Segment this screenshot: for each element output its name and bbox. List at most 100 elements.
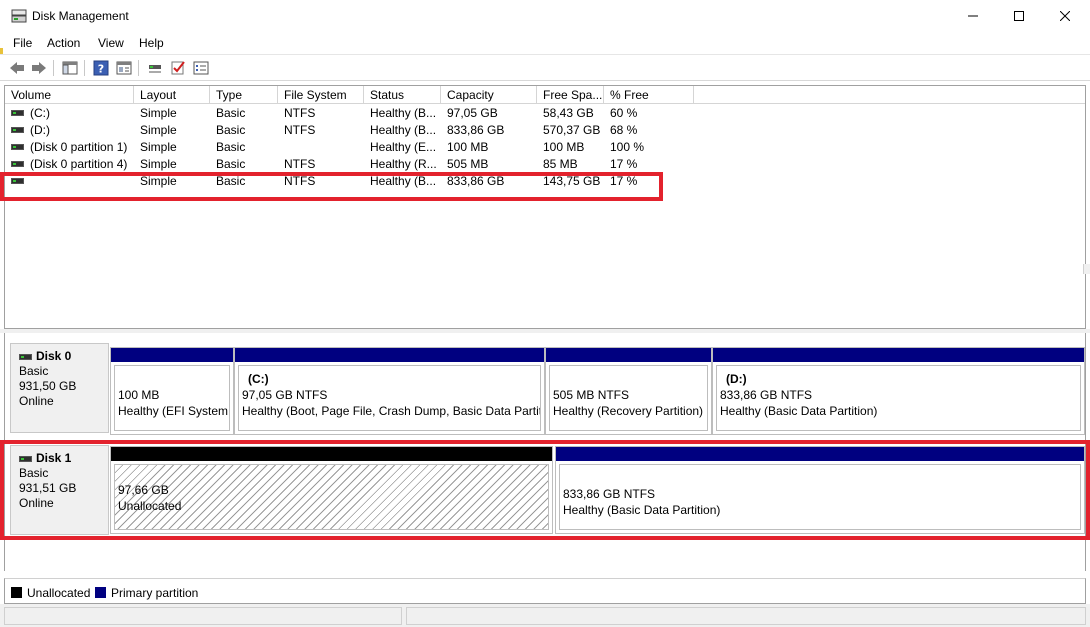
console-tree-icon: [62, 61, 78, 75]
partition-title: [118, 371, 229, 387]
menu-help[interactable]: Help: [139, 36, 164, 50]
volume-cell: Healthy (B...: [370, 105, 441, 122]
volume-cell-text: 17 %: [610, 157, 638, 171]
disk-name: Disk 0: [36, 349, 72, 363]
partition-efi[interactable]: 100 MB Healthy (EFI System: [110, 347, 234, 435]
minimize-icon: [968, 15, 978, 17]
help-button[interactable]: ?: [92, 59, 110, 77]
volume-cell-text: 505 MB: [447, 157, 489, 171]
list-icon: [193, 61, 209, 75]
column-layout[interactable]: Layout: [134, 86, 210, 104]
maximize-button[interactable]: [996, 0, 1042, 32]
volume-cell-text: NTFS: [284, 106, 316, 120]
volume-icon: [11, 127, 24, 133]
close-button[interactable]: [1042, 0, 1088, 32]
minimize-button[interactable]: [950, 0, 996, 32]
partition-recovery[interactable]: 505 MB NTFS Healthy (Recovery Partition): [545, 347, 712, 435]
volume-cell: 58,43 GB: [543, 105, 604, 122]
partition-color-bar: [235, 348, 544, 362]
column-volume[interactable]: Volume: [5, 86, 134, 104]
column-status[interactable]: Status: [364, 86, 441, 104]
volume-cell: Simple: [140, 139, 210, 156]
list-button[interactable]: [192, 59, 210, 77]
volume-cell: 68 %: [610, 122, 694, 139]
help-icon: ?: [93, 60, 109, 76]
partition-title: (D:): [726, 372, 747, 386]
toolbar-separator: [138, 60, 139, 76]
check-button[interactable]: [169, 59, 187, 77]
volume-cell: 833,86 GB: [447, 122, 537, 139]
volume-cell-text: Simple: [140, 157, 177, 171]
volume-cell-text: 85 MB: [543, 157, 578, 171]
status-cell: [406, 607, 1086, 625]
menu-bar: File Action View Help: [0, 32, 1090, 54]
disk-0-label[interactable]: Disk 0 Basic 931,50 GB Online: [10, 343, 109, 433]
toolbar: ?: [0, 54, 1090, 81]
volume-cell: Simple: [140, 156, 210, 173]
volume-list: Volume Layout Type File System Status Ca…: [4, 85, 1086, 329]
volume-cell-text: 570,37 GB: [543, 123, 601, 137]
connect-button[interactable]: [146, 59, 164, 77]
volume-cell-text: 100 MB: [543, 140, 585, 154]
partition-title: [553, 371, 707, 387]
column-free-space[interactable]: Free Spa...: [537, 86, 604, 104]
highlight-disk-1: [0, 440, 1090, 540]
volume-cell: Healthy (R...: [370, 156, 441, 173]
console-tree-button[interactable]: [61, 59, 79, 77]
close-icon: [1060, 11, 1070, 21]
partition-c[interactable]: (C:) 97,05 GB NTFS Healthy (Boot, Page F…: [234, 347, 545, 435]
menu-file[interactable]: File: [13, 36, 32, 50]
forward-arrow-icon: [32, 62, 46, 74]
column-percent-free[interactable]: % Free: [604, 86, 694, 104]
forward-button[interactable]: [30, 59, 48, 77]
volume-cell-text: Simple: [140, 140, 177, 154]
partition-status: Healthy (EFI System: [118, 404, 229, 418]
properties-icon: [116, 61, 132, 75]
volume-cell: NTFS: [284, 122, 364, 139]
partition-size: 100 MB: [118, 388, 160, 402]
volume-row[interactable]: (Disk 0 partition 1) Simple Basic Healthy (…: [5, 139, 1085, 156]
volume-row[interactable]: (D:) Simple Basic NTFS Healthy (B... 833,86 G…: [5, 122, 1085, 139]
volume-cell-text: 60 %: [610, 106, 638, 120]
menu-view[interactable]: View: [98, 36, 124, 50]
status-bar: [0, 604, 1090, 627]
maximize-icon: [1014, 11, 1024, 21]
column-capacity[interactable]: Capacity: [441, 86, 537, 104]
volume-cell-text: Basic: [216, 106, 246, 120]
volume-cell-text: Basic: [216, 140, 246, 154]
volume-cell: 100 MB: [447, 139, 537, 156]
volume-cell-text: 833,86 GB: [447, 123, 505, 137]
svg-text:?: ?: [98, 63, 104, 76]
volume-row[interactable]: (Disk 0 partition 4) Simple Basic NTFS Healt…: [5, 156, 1085, 173]
column-type[interactable]: Type: [210, 86, 278, 104]
volume-cell-text: (Disk 0 partition 1): [30, 140, 128, 154]
volume-cell: 570,37 GB: [543, 122, 604, 139]
volume-cell-text: Healthy (B...: [370, 123, 437, 137]
volume-cell: Simple: [140, 122, 210, 139]
volume-row[interactable]: (C:) Simple Basic NTFS Healthy (B... 97,05 GB…: [5, 105, 1085, 122]
volume-cell-text: Healthy (B...: [370, 106, 437, 120]
partition-color-bar: [546, 348, 711, 362]
window-title: Disk Management: [32, 9, 129, 23]
volume-cell: (D:): [11, 122, 131, 139]
volume-cell-text: 68 %: [610, 123, 638, 137]
volume-cell: Basic: [216, 105, 278, 122]
volume-cell-text: 97,05 GB: [447, 106, 498, 120]
properties-button[interactable]: [115, 59, 133, 77]
volume-cell-text: 100 %: [610, 140, 645, 154]
volume-cell: [284, 139, 364, 156]
partition-color-bar: [111, 348, 233, 362]
back-button[interactable]: [8, 59, 26, 77]
volume-cell: Basic: [216, 139, 278, 156]
volume-cell-text: Simple: [140, 123, 177, 137]
check-icon: [171, 61, 185, 75]
disk-type: Basic: [19, 364, 49, 378]
volume-cell: 85 MB: [543, 156, 604, 173]
partition-size: 833,86 GB NTFS: [720, 388, 813, 402]
volume-cell: 60 %: [610, 105, 694, 122]
column-file-system[interactable]: File System: [278, 86, 364, 104]
menu-action[interactable]: Action: [47, 36, 80, 50]
volume-cell-text: Simple: [140, 106, 177, 120]
volume-cell-text: 58,43 GB: [543, 106, 594, 120]
partition-d[interactable]: (D:) 833,86 GB NTFS Healthy (Basic Data …: [712, 347, 1085, 435]
